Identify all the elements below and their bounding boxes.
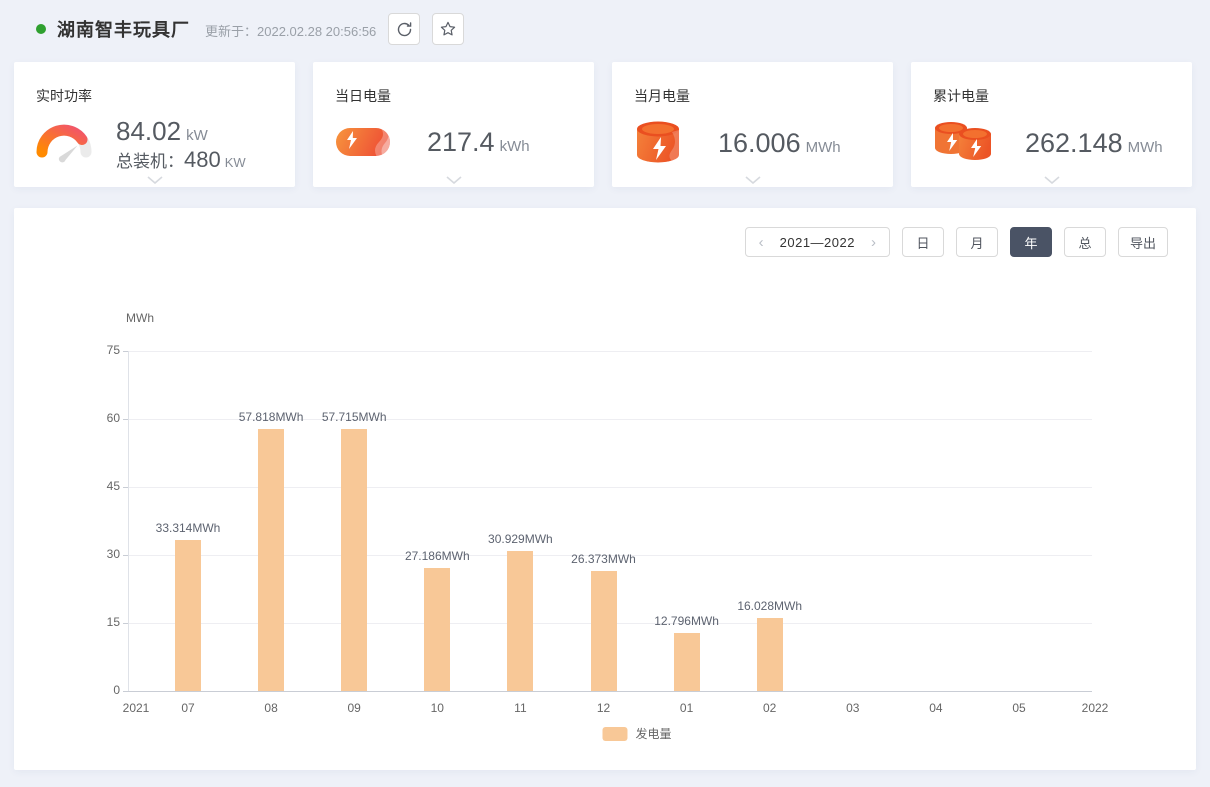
realtime-power-value: 84.02 [116,116,181,146]
generation-bar-chart: MWh 0 15 30 45 60 75 202107 08 09 10 11 12 01 02 03 04 05… [14,257,1194,770]
card-title: 当日电量 [313,62,594,106]
x-tick-label: 12 [574,701,634,715]
battery-cylinder-icon [634,120,682,166]
daily-energy-unit: kWh [500,138,530,155]
favorite-button[interactable] [432,13,464,45]
stat-card-daily-energy: 当日电量 [313,62,594,187]
bar[interactable] [424,568,450,691]
bar-value-label: 33.314MWh [128,521,248,535]
realtime-power-unit: kW [186,127,208,144]
legend-item[interactable]: 发电量 [602,725,671,742]
x-year-start-label: 2021 [106,701,166,715]
y-tick-label: 60 [72,411,120,425]
y-gridline [128,351,1092,352]
bar[interactable] [507,551,533,691]
bar-value-label: 12.796MWh [627,614,747,628]
y-tick-label: 75 [72,343,120,357]
bar[interactable] [674,633,700,691]
x-year-end-label: 2022 [1065,701,1125,715]
card-title: 累计电量 [911,62,1192,106]
installed-capacity-unit: KW [225,155,246,170]
plant-title: 湖南智丰玩具厂 [57,16,190,42]
bar[interactable] [175,540,201,691]
toolbar-button-total[interactable]: 总 [1064,227,1106,257]
expand-chevron-down-icon[interactable] [446,176,462,184]
prev-range-chevron-icon[interactable]: ‹ [759,235,764,250]
y-axis-unit-label: MWh [126,311,154,325]
bar[interactable] [591,571,617,691]
toolbar-button-year[interactable]: 年 [1010,227,1052,257]
y-tick-label: 0 [72,683,120,697]
x-tick-label: 01 [657,701,717,715]
x-tick-label: 08 [241,701,301,715]
updated-timestamp: 更新于：2022.02.28 20:56:56 [205,21,376,40]
x-tick-label: 07 [158,701,218,715]
expand-chevron-down-icon[interactable] [147,176,163,184]
toolbar-button-month[interactable]: 月 [956,227,998,257]
date-range-picker[interactable]: ‹ 2021—2022 › [745,227,890,257]
card-title: 实时功率 [14,62,295,106]
bar-value-label: 26.373MWh [544,552,664,566]
card-title: 当月电量 [612,62,893,106]
next-range-chevron-icon[interactable]: › [871,235,876,250]
legend-swatch [602,727,627,741]
x-tick-label: 03 [823,701,883,715]
y-tick-label: 45 [72,479,120,493]
expand-chevron-down-icon[interactable] [1044,176,1060,184]
bolt-pill-icon [335,122,391,162]
bar[interactable] [341,429,367,691]
stat-card-total-energy: 累计电量 [911,62,1192,187]
total-energy-value: 262.148 [1025,128,1123,158]
legend-label: 发电量 [635,725,671,742]
stat-card-row: 实时功率 84.02 kW [0,58,1210,187]
y-tick-label: 30 [72,547,120,561]
gauge-icon [36,116,92,174]
stat-card-monthly-energy: 当月电量 16.006 MWh [612,62,893,187]
x-tick-label: 05 [989,701,1049,715]
total-energy-unit: MWh [1128,139,1163,156]
installed-capacity-value: 480 [184,147,221,172]
star-icon [439,20,457,38]
expand-chevron-down-icon[interactable] [745,176,761,184]
daily-energy-value: 217.4 [427,127,495,157]
y-tick-label: 15 [72,615,120,629]
refresh-icon [396,21,413,38]
chart-toolbar: ‹ 2021—2022 › 日月年总导出 [745,227,1168,257]
double-battery-icon [933,120,995,166]
date-range-text: 2021—2022 [780,235,855,250]
page-header: 湖南智丰玩具厂 更新于：2022.02.28 20:56:56 [0,0,1210,58]
bar-value-label: 27.186MWh [377,549,497,563]
bar[interactable] [258,429,284,691]
installed-capacity-label: 总装机： [116,152,184,171]
x-tick-label: 04 [906,701,966,715]
online-status-dot [36,24,46,34]
bar-value-label: 16.028MWh [710,599,830,613]
generation-chart-card: ‹ 2021—2022 › 日月年总导出 MWh0153045607520210… [14,208,1196,770]
x-tick-label: 02 [740,701,800,715]
x-axis-line [128,691,1092,692]
monthly-energy-unit: MWh [806,139,841,156]
bar[interactable] [757,618,783,691]
bar-value-label: 57.715MWh [294,410,414,424]
monthly-energy-value: 16.006 [718,128,801,158]
x-tick-label: 10 [407,701,467,715]
x-tick-label: 09 [324,701,384,715]
x-tick-label: 11 [490,701,550,715]
toolbar-button-export[interactable]: 导出 [1118,227,1168,257]
bar-value-label: 30.929MWh [460,532,580,546]
stat-card-realtime-power: 实时功率 84.02 kW [14,62,295,187]
refresh-button[interactable] [388,13,420,45]
toolbar-button-day[interactable]: 日 [902,227,944,257]
